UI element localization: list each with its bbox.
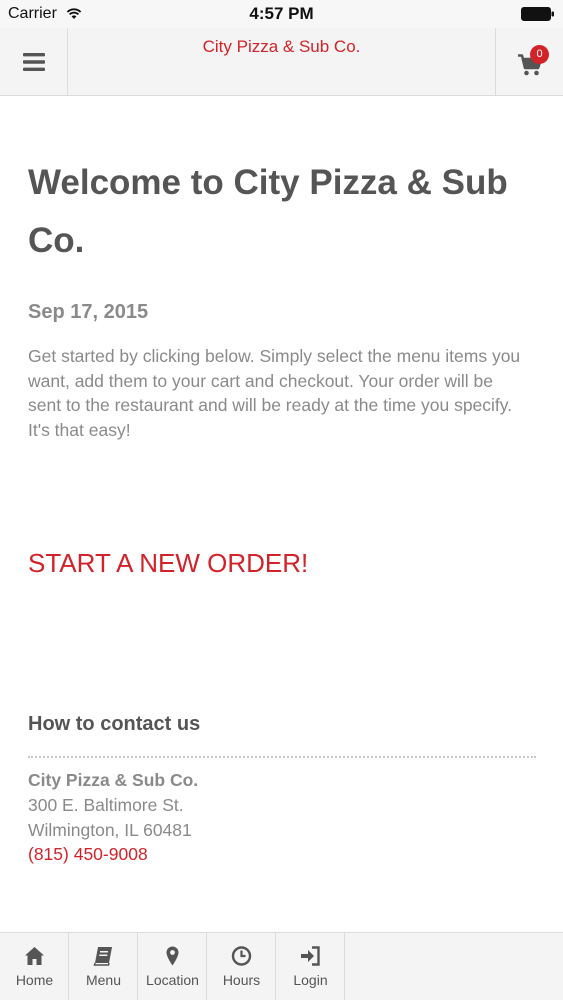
clock-time: 4:57 PM	[249, 4, 314, 23]
menu-button[interactable]	[0, 28, 68, 96]
tab-home[interactable]: Home	[0, 933, 69, 1000]
contact-heading: How to contact us	[28, 713, 201, 735]
start-new-order-link[interactable]: START A NEW ORDER!	[28, 548, 308, 579]
status-bar: Carrier 4:57 PM	[0, 0, 563, 28]
tab-hours[interactable]: Hours	[207, 933, 276, 1000]
contact-street-address: 300 E. Baltimore St.	[28, 795, 184, 815]
battery-icon	[521, 7, 554, 21]
navbar: City Pizza & Sub Co. 0	[0, 28, 563, 96]
cart-button[interactable]: 0	[495, 28, 563, 96]
page-title: Welcome to City Pizza & Sub Co.	[28, 163, 508, 260]
tab-login[interactable]: Login	[276, 933, 345, 1000]
intro-text: Get started by clicking below. Simply se…	[28, 346, 521, 440]
post-date: Sep 17, 2015	[28, 301, 149, 323]
tab-location-label: Location	[146, 972, 199, 988]
home-icon	[25, 947, 44, 965]
contact-divider	[28, 756, 536, 758]
restaurant-title: City Pizza & Sub Co.	[202, 37, 361, 56]
contact-name: City Pizza & Sub Co.	[28, 770, 199, 790]
bottom-tab-bar: Home Menu Location Hours Login	[0, 932, 563, 1000]
contact-phone-link[interactable]: (815) 450-9008	[28, 844, 148, 865]
sign-in-icon	[301, 946, 320, 966]
tab-hours-label: Hours	[222, 972, 261, 988]
contact-city-line: Wilmington, IL 60481	[28, 820, 192, 840]
tab-login-label: Login	[293, 972, 328, 988]
tab-menu[interactable]: Menu	[69, 933, 138, 1000]
book-icon	[93, 947, 112, 966]
tab-home-label: Home	[15, 972, 54, 988]
hamburger-icon	[22, 53, 45, 71]
tab-menu-label: Menu	[85, 972, 122, 988]
clock-icon	[231, 946, 252, 966]
cart-count-badge: 0	[530, 45, 549, 64]
tab-location[interactable]: Location	[138, 933, 207, 1000]
map-marker-icon	[166, 946, 179, 966]
